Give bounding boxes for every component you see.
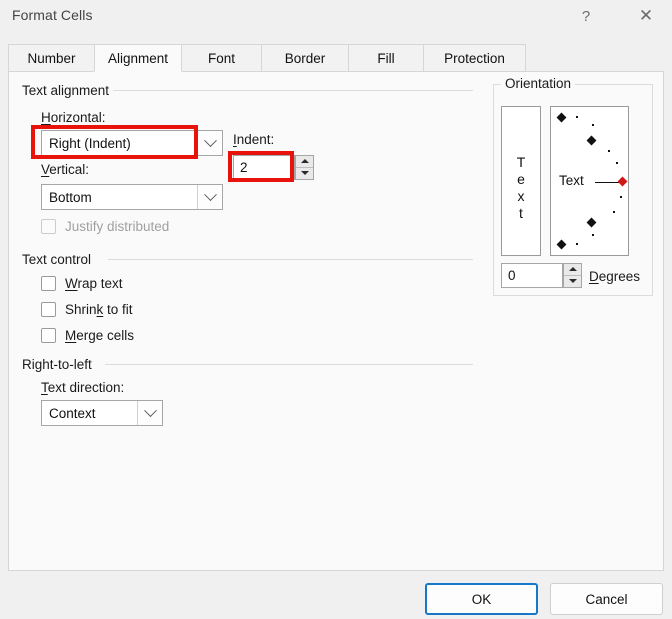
tab-font[interactable]: Font [181,44,262,72]
shrink-to-fit-box[interactable] [41,302,56,317]
degrees-stepper-down[interactable] [564,276,581,288]
orientation-tick[interactable] [592,124,594,126]
degrees-input[interactable]: 0 [501,263,563,288]
orientation-marker-n90[interactable] [556,239,567,250]
indent-label: Indent: [233,132,275,147]
vertical-preview-char-e: e [517,171,525,187]
merge-cells-label: Merge cells [65,328,135,343]
vertical-combo[interactable]: Bottom [41,184,223,210]
orientation-marker-0[interactable] [617,176,628,187]
horizontal-label: Horizontal: [41,110,106,125]
ok-button[interactable]: OK [425,583,538,615]
orientation-dial-text: Text [559,173,584,188]
vertical-preview-char-t2: t [519,205,523,221]
tab-strip: Number Alignment Font Border Fill Protec… [8,44,664,72]
tab-number[interactable]: Number [8,44,95,72]
text-direction-combo-value: Context [49,405,96,421]
orientation-marker-90[interactable] [556,112,567,123]
text-direction-label: Text direction: [41,380,125,395]
vertical-preview-char-x: x [517,188,525,204]
chevron-down-icon[interactable] [197,185,222,209]
orientation-tick[interactable] [576,116,578,118]
degrees-stepper-up[interactable] [564,264,581,276]
chevron-down-icon[interactable] [137,401,162,425]
chevron-down-icon[interactable] [197,131,222,155]
orientation-tick[interactable] [613,211,615,213]
vertical-label: Vertical: [41,162,90,177]
right-to-left-group-label: Right-to-left [22,357,92,372]
wrap-text-box[interactable] [41,276,56,291]
tab-alignment[interactable]: Alignment [94,44,182,72]
text-alignment-group-label: Text alignment [22,83,110,98]
degrees-stepper[interactable] [563,263,582,288]
title-bar: Format Cells ? ✕ [0,0,672,32]
orientation-dial[interactable]: Text [550,106,629,256]
indent-input[interactable]: 2 [233,155,295,180]
horizontal-combo[interactable]: Right (Indent) [41,130,223,156]
wrap-text-checkbox[interactable]: Wrap text [41,276,123,291]
merge-cells-box[interactable] [41,328,56,343]
merge-cells-checkbox[interactable]: Merge cells [41,328,134,343]
wrap-text-label: Wrap text [65,276,123,291]
help-icon[interactable]: ? [564,0,608,32]
shrink-to-fit-label: Shrink to fit [65,302,133,317]
text-control-group-label: Text control [22,252,92,267]
text-direction-combo[interactable]: Context [41,400,163,426]
tab-protection[interactable]: Protection [423,44,526,72]
orientation-tick[interactable] [620,196,622,198]
orientation-tick[interactable] [576,243,578,245]
shrink-to-fit-checkbox[interactable]: Shrink to fit [41,302,133,317]
orientation-tick[interactable] [616,162,618,164]
orientation-group-label: Orientation [501,76,576,91]
tab-fill[interactable]: Fill [348,44,424,72]
vertical-combo-value: Bottom [49,189,92,205]
cancel-button[interactable]: Cancel [550,583,663,615]
degrees-label: Degrees [589,269,641,284]
close-icon[interactable]: ✕ [624,0,668,32]
indent-stepper-down[interactable] [296,168,313,180]
horizontal-combo-value: Right (Indent) [49,135,131,151]
orientation-tick[interactable] [608,150,610,152]
text-control-divider [108,259,473,260]
justify-distributed-box [41,219,56,234]
tab-border[interactable]: Border [261,44,349,72]
indent-stepper-up[interactable] [296,156,313,168]
alignment-tab-panel: Text alignment Horizontal: Right (Indent… [8,71,664,571]
orientation-marker-n45[interactable] [586,217,597,228]
justify-distributed-checkbox: Justify distributed [41,219,169,234]
vertical-text-preview[interactable]: T e x t [501,106,541,256]
degrees-input-value: 0 [508,268,516,283]
text-alignment-divider [113,90,473,91]
indent-stepper[interactable] [295,155,314,180]
justify-distributed-label: Justify distributed [65,219,170,234]
right-to-left-divider [105,364,473,365]
orientation-marker-45[interactable] [586,135,597,146]
vertical-preview-char-t1: T [516,154,526,170]
window-title: Format Cells [12,7,93,23]
indent-input-value: 2 [240,160,248,175]
orientation-tick[interactable] [592,234,594,236]
